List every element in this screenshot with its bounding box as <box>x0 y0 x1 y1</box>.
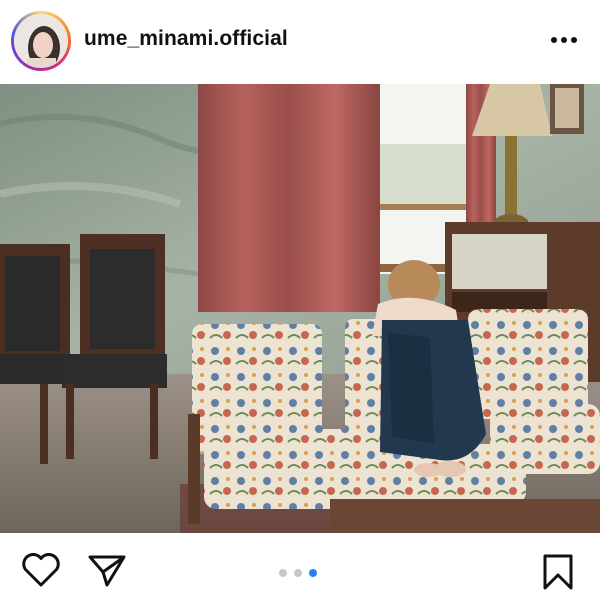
bookmark-icon <box>543 554 573 590</box>
carousel-dot <box>294 569 302 577</box>
story-ring[interactable] <box>11 11 71 71</box>
send-icon <box>88 555 126 587</box>
carousel-dot <box>279 569 287 577</box>
heart-icon <box>22 553 60 587</box>
avatar[interactable] <box>14 14 68 68</box>
share-button[interactable] <box>86 553 128 589</box>
post-image[interactable] <box>0 84 600 533</box>
more-options-button[interactable] <box>548 28 580 52</box>
post-header: ume_minami.official <box>0 0 600 84</box>
post-action-bar <box>0 533 600 591</box>
carousel-indicator <box>279 569 317 577</box>
carousel-dot-active <box>309 569 317 577</box>
more-horizontal-icon <box>551 37 577 43</box>
like-button[interactable] <box>20 552 62 588</box>
username-link[interactable]: ume_minami.official <box>84 27 288 51</box>
save-button[interactable] <box>540 553 576 591</box>
